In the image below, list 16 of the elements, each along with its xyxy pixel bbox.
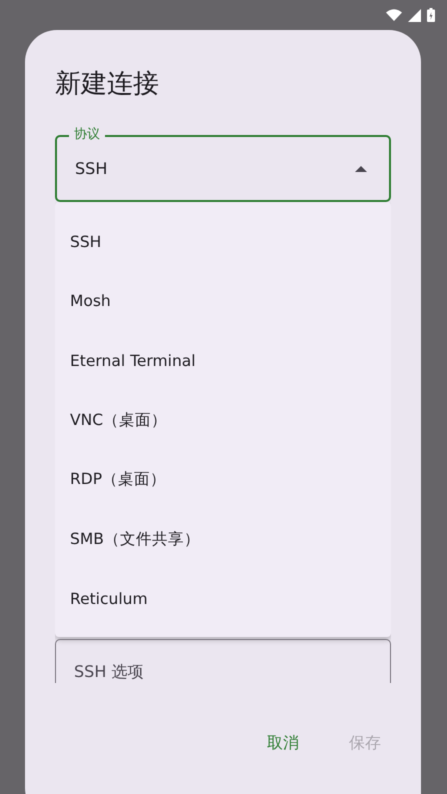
options-field[interactable]: SSH 选项 bbox=[55, 639, 391, 683]
menu-item[interactable]: SMB（文件共享） bbox=[55, 510, 391, 569]
field-value: SSH bbox=[75, 159, 108, 178]
dialog-title: 新建连接 bbox=[55, 68, 160, 101]
battery-icon bbox=[427, 8, 435, 22]
menu-item[interactable]: Eternal Terminal bbox=[55, 331, 391, 390]
wifi-icon bbox=[386, 9, 402, 21]
menu-item[interactable]: RDP（桌面） bbox=[55, 450, 391, 510]
menu-item[interactable]: VNC（桌面） bbox=[55, 390, 391, 450]
menu-item[interactable]: SSH bbox=[55, 212, 391, 272]
dialog-button[interactable]: 取消 bbox=[257, 725, 309, 762]
caret-icon bbox=[355, 166, 367, 172]
menu-item[interactable]: Reticulum bbox=[55, 569, 391, 628]
signal-icon bbox=[408, 8, 421, 22]
menu-item[interactable]: Mosh bbox=[55, 272, 391, 331]
field-label: 协议 bbox=[69, 127, 105, 143]
